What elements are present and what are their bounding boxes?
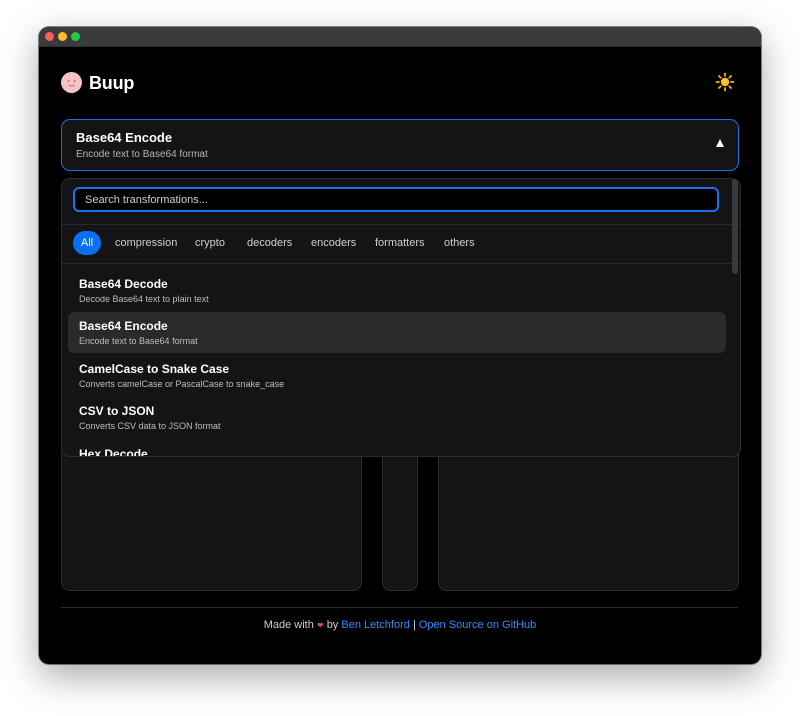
footer-separator: |	[412, 619, 416, 631]
list-item[interactable]: CSV to JSON Converts CSV data to JSON fo…	[68, 397, 726, 438]
item-description: Converts CSV data to JSON format	[79, 421, 221, 431]
by-text: by	[326, 619, 339, 631]
item-description: Encode text to Base64 format	[79, 336, 198, 346]
item-title: Base64 Decode	[79, 277, 168, 291]
item-title: Hex Decode	[79, 447, 148, 457]
search-input[interactable]	[73, 187, 719, 212]
dropdown-scrollbar[interactable]	[732, 179, 738, 274]
triangle-up-icon	[716, 139, 724, 147]
list-item[interactable]: Base64 Decode Decode Base64 text to plai…	[68, 270, 726, 311]
output-panel	[438, 452, 739, 591]
minimize-window-button[interactable]	[58, 32, 67, 41]
github-link[interactable]: Open Source on GitHub	[419, 619, 536, 631]
search-row	[62, 179, 740, 225]
category-others[interactable]: others	[444, 231, 475, 255]
category-formatters[interactable]: formatters	[375, 231, 425, 255]
list-item[interactable]: CamelCase to Snake Case Converts camelCa…	[68, 355, 726, 396]
list-item[interactable]: Hex Decode	[68, 440, 726, 457]
heart-icon: ❤	[316, 621, 324, 630]
item-title: CSV to JSON	[79, 404, 155, 418]
selected-transformation-description: Encode text to Base64 format	[76, 149, 208, 160]
category-crypto[interactable]: crypto	[195, 231, 225, 255]
footer: Made with ❤ by Ben Letchford | Open Sour…	[39, 619, 761, 631]
item-description: Converts camelCase or PascalCase to snak…	[79, 379, 285, 389]
item-description: Decode Base64 text to plain text	[79, 294, 209, 304]
selected-transformation-title: Base64 Encode	[76, 130, 173, 145]
swap-panel	[382, 452, 418, 591]
category-encoders[interactable]: encoders	[311, 231, 356, 255]
category-decoders[interactable]: decoders	[247, 231, 292, 255]
author-link[interactable]: Ben Letchford	[341, 619, 410, 631]
zoom-window-button[interactable]	[71, 32, 80, 41]
transformation-selector[interactable]: Base64 Encode Encode text to Base64 form…	[61, 119, 739, 171]
category-all[interactable]: All	[73, 231, 101, 255]
app-title: Buup	[89, 73, 135, 93]
list-item-selected[interactable]: Base64 Encode Encode text to Base64 form…	[68, 312, 726, 353]
item-title: CamelCase to Snake Case	[79, 362, 230, 376]
footer-divider	[61, 607, 738, 608]
item-title: Base64 Encode	[79, 319, 168, 333]
logo-icon	[61, 72, 82, 93]
title-bar	[39, 27, 761, 47]
sun-icon[interactable]	[715, 72, 735, 92]
input-panel	[61, 452, 362, 591]
close-window-button[interactable]	[45, 32, 54, 41]
app-window: Buup Base64 Encode Encode text to Base64…	[39, 27, 761, 664]
transformation-dropdown: All compression crypto decoders encoders…	[61, 178, 741, 457]
made-with-text: Made with	[263, 619, 314, 631]
category-compression[interactable]: compression	[115, 231, 177, 255]
category-filter: All compression crypto decoders encoders…	[62, 225, 740, 264]
